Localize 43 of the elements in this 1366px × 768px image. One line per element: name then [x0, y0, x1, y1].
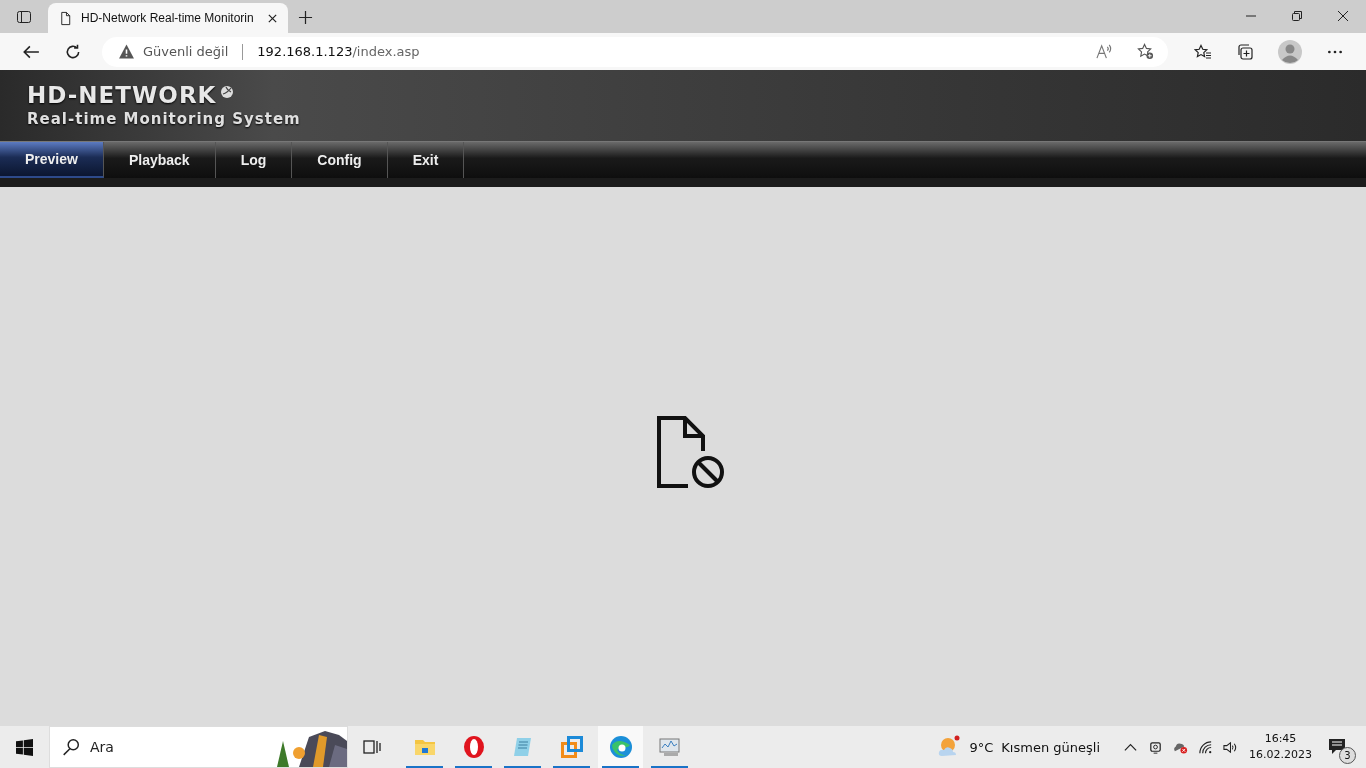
- collections-icon[interactable]: [1236, 42, 1254, 61]
- nav-tab[interactable]: Exit: [387, 142, 465, 178]
- restore-icon[interactable]: [1291, 10, 1303, 22]
- site-subtitle: Real-time Monitoring System: [27, 108, 302, 130]
- tab-title: HD-Network Real-time Monitorin: [81, 11, 255, 25]
- warning-icon: [118, 43, 135, 60]
- tab-actions-icon[interactable]: [16, 9, 32, 25]
- new-tab-icon[interactable]: [298, 10, 313, 25]
- clock-date[interactable]: 16.02.2023: [1249, 747, 1312, 763]
- site-logo: HD-NETWORK: [27, 81, 217, 108]
- favorites-icon[interactable]: [1194, 42, 1212, 61]
- wifi-icon[interactable]: [1198, 739, 1213, 755]
- notification-icon[interactable]: [1328, 738, 1346, 756]
- weather-text: Kısmen güneşli: [1001, 739, 1100, 755]
- profile-avatar-icon[interactable]: [1278, 39, 1302, 64]
- browser-tab[interactable]: HD-Network Real-time Monitorin: [48, 3, 288, 33]
- clock-time[interactable]: 16:45: [1264, 731, 1297, 747]
- edge-icon: [608, 735, 633, 759]
- temperature-text: 9°C: [969, 739, 994, 755]
- weather-sun-cloud-icon: [937, 735, 962, 759]
- volume-icon[interactable]: [1223, 739, 1238, 755]
- task-view-icon[interactable]: [363, 739, 381, 755]
- nav-tab[interactable]: Preview: [0, 142, 104, 178]
- taskbar-app-button[interactable]: [598, 726, 643, 768]
- camera-icon[interactable]: [1148, 739, 1163, 755]
- star-plus-icon[interactable]: [1137, 43, 1154, 60]
- address-field[interactable]: Güvenli değil 192.168.1.123/index.asp: [102, 36, 1168, 67]
- read-aloud-icon[interactable]: [1096, 43, 1113, 60]
- blocked-file-icon: [656, 415, 727, 490]
- refresh-icon[interactable]: [64, 42, 82, 61]
- taskbar-search-field[interactable]: Ara: [88, 738, 182, 756]
- windows-start-icon[interactable]: [16, 738, 33, 756]
- opera-icon: [461, 735, 486, 759]
- nav-tab[interactable]: Log: [215, 142, 293, 178]
- overlapping-squares-icon: [559, 735, 584, 759]
- monitor-chart-icon: [657, 735, 682, 759]
- nav-tab[interactable]: Config: [292, 142, 388, 178]
- page-icon: [58, 10, 73, 26]
- search-icon: [62, 738, 80, 756]
- notification-count: 3: [1339, 747, 1356, 764]
- nav-tab[interactable]: Playback: [103, 142, 216, 178]
- close-icon[interactable]: [267, 12, 278, 24]
- close-icon[interactable]: [1337, 10, 1349, 22]
